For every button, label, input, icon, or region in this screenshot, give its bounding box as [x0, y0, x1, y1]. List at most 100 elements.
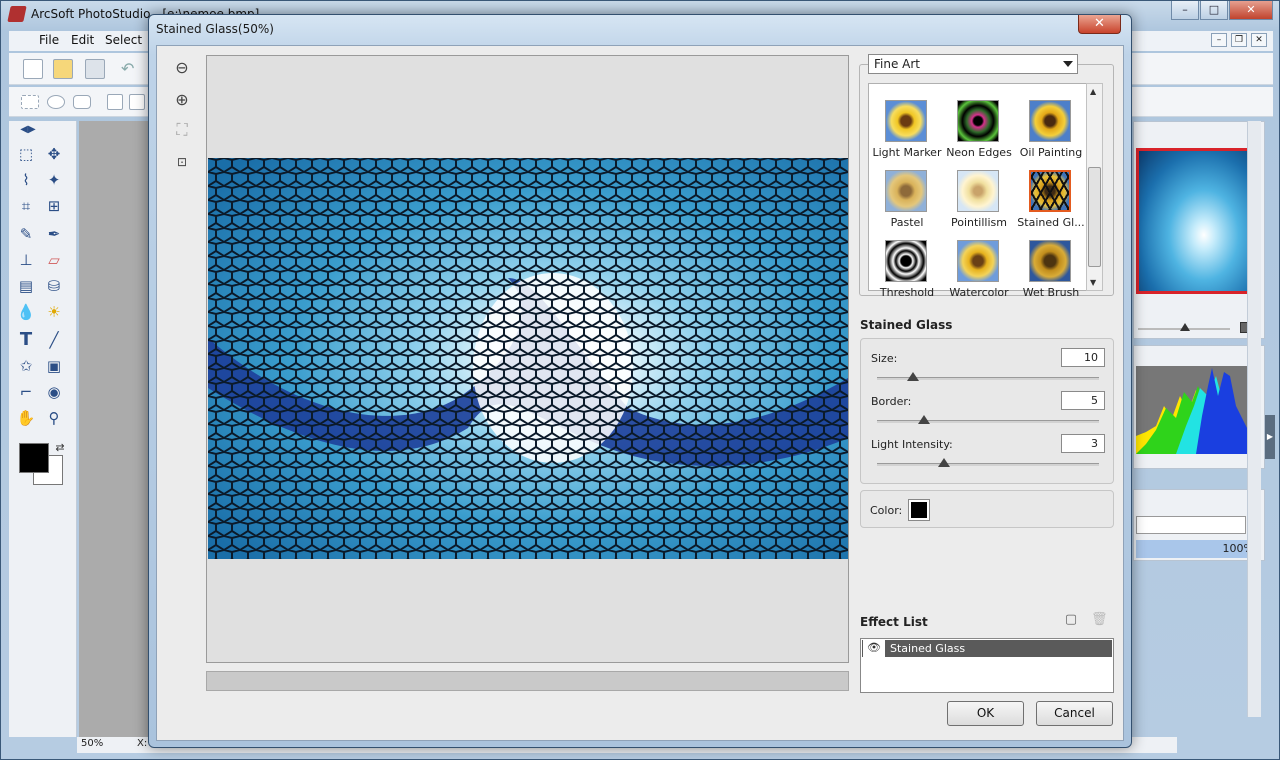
doc-minimize-button[interactable]: – [1211, 33, 1227, 47]
effect-threshold[interactable]: Threshold [871, 238, 943, 306]
panel-scrollbar[interactable] [1247, 121, 1261, 717]
brightness-tool-icon[interactable]: ☀ [43, 301, 65, 323]
toolbox-collapse-icon[interactable]: ◀▶ [17, 123, 39, 137]
panel-expand-tab[interactable]: ▶ [1265, 415, 1275, 459]
zoom-in-icon[interactable]: ⊕ [169, 88, 195, 112]
border-slider[interactable] [877, 415, 1099, 424]
marquee-tool-icon[interactable]: ⬚ [15, 143, 37, 165]
move-tool-icon[interactable]: ✥ [43, 143, 65, 165]
light-intensity-value-field[interactable]: 3 [1061, 434, 1105, 453]
effect-pastel[interactable]: Pastel [871, 168, 943, 236]
hand-tool-icon[interactable]: ✋ [15, 407, 37, 429]
preview-pane[interactable] [206, 55, 849, 663]
effect-label: Threshold [879, 286, 935, 299]
effect-label: Pastel [890, 216, 924, 229]
effect-list: 👁 Stained Glass [860, 638, 1114, 693]
effect-watercolor[interactable]: Watercolor [943, 238, 1015, 306]
effect-pointillism[interactable]: Pointillism [943, 168, 1015, 236]
pen-tool-icon[interactable]: ✒ [43, 223, 65, 245]
rect-select-icon[interactable] [21, 95, 39, 109]
selection-mode-new-icon[interactable] [107, 94, 123, 110]
effect-wet-brush[interactable]: Wet Brush [1015, 238, 1087, 306]
eraser-tool-icon[interactable]: ▱ [43, 249, 65, 271]
effect-grid-scrollbar[interactable]: ▲ ▼ [1086, 83, 1103, 291]
frame-tool-icon[interactable]: ▣ [43, 355, 65, 377]
dialog-close-button[interactable]: ✕ [1078, 15, 1121, 34]
color-group: Color: [860, 490, 1114, 528]
list-item[interactable]: 👁 Stained Glass [862, 640, 1112, 657]
scroll-up-icon[interactable]: ▲ [1090, 87, 1096, 96]
selection-mode-add-icon[interactable] [129, 94, 145, 110]
color-label: Color: [870, 504, 903, 517]
effect-category-value: Fine Art [874, 57, 921, 71]
navigator-slider-handle[interactable] [1180, 323, 1190, 331]
effect-label: Light Marker [872, 146, 942, 159]
navigator-thumbnail[interactable] [1136, 148, 1260, 294]
stained-glass-preview-image[interactable] [208, 158, 848, 559]
undo-icon[interactable]: ↶ [121, 59, 141, 79]
foreground-color-swatch[interactable] [19, 443, 49, 473]
effect-label: Wet Brush [1022, 286, 1080, 299]
shape-tool-icon[interactable]: ✩ [15, 355, 37, 377]
effect-light-marker[interactable]: Light Marker [871, 98, 943, 166]
menu-file[interactable]: File [39, 33, 59, 47]
histogram-panel: ✕ [1133, 345, 1265, 469]
border-value-field[interactable]: 5 [1061, 391, 1105, 410]
scroll-down-icon[interactable]: ▼ [1090, 278, 1096, 287]
effect-list-item-name: Stained Glass [890, 642, 966, 655]
swap-colors-icon[interactable]: ⇄ [49, 437, 71, 459]
eyedropper-tool-icon[interactable]: ⌐ [15, 381, 37, 403]
cancel-button[interactable]: Cancel [1036, 701, 1113, 726]
effect-stained-glass[interactable]: Stained Gl... [1015, 168, 1087, 236]
size-value-field[interactable]: 10 [1061, 348, 1105, 367]
doc-close-button[interactable]: ✕ [1251, 33, 1267, 47]
lasso-tool-icon[interactable]: ⌇ [15, 169, 37, 191]
open-folder-icon[interactable] [53, 59, 73, 79]
menu-select[interactable]: Select [105, 33, 142, 47]
stamp-tool-icon[interactable]: ⊥ [15, 249, 37, 271]
gradient-tool-icon[interactable]: ▤ [15, 275, 37, 297]
new-effect-icon[interactable]: ▢ [1063, 612, 1079, 628]
actual-size-icon[interactable]: ⊡ [169, 150, 195, 174]
menu-edit[interactable]: Edit [71, 33, 94, 47]
zoom-tool-icon[interactable]: ⚲ [43, 407, 65, 429]
maximize-button[interactable]: □ [1200, 1, 1228, 20]
effect-oil-painting[interactable]: Oil Painting [1015, 98, 1087, 166]
fit-to-window-icon[interactable]: ⛶ [169, 118, 195, 142]
trash-icon[interactable]: 🗑 [1091, 612, 1108, 628]
ellipse-select-icon[interactable] [47, 95, 65, 109]
layer-name-input[interactable] [1136, 516, 1246, 534]
effect-neon-edges[interactable]: Neon Edges [943, 98, 1015, 166]
effect-category-select[interactable]: Fine Art [868, 54, 1078, 74]
size-slider[interactable] [877, 372, 1099, 381]
border-slider-handle[interactable] [917, 415, 930, 424]
doc-restore-button[interactable]: ❐ [1231, 33, 1247, 47]
eye-icon[interactable]: 👁 [863, 640, 885, 657]
window-controls: – □ ✕ [1171, 1, 1273, 20]
zoom-out-icon[interactable]: ⊖ [169, 56, 195, 80]
red-eye-tool-icon[interactable]: ◉ [43, 381, 65, 403]
rounded-select-icon[interactable] [73, 95, 91, 109]
chevron-down-icon [1063, 61, 1073, 67]
text-tool-icon[interactable]: T [15, 329, 37, 351]
light-intensity-slider[interactable] [877, 458, 1099, 467]
navigator-panel: ✕ [1133, 121, 1265, 339]
pencil-tool-icon[interactable]: ✎ [15, 223, 37, 245]
blur-tool-icon[interactable]: 💧 [15, 301, 37, 323]
line-tool-icon[interactable]: ╱ [43, 329, 65, 351]
effect-scroll-thumb[interactable] [1088, 167, 1101, 267]
light-intensity-slider-handle[interactable] [937, 458, 950, 467]
minimize-button[interactable]: – [1171, 1, 1199, 20]
close-button[interactable]: ✕ [1229, 1, 1273, 20]
new-file-icon[interactable] [23, 59, 43, 79]
border-color-swatch[interactable] [908, 499, 930, 521]
resize-tool-icon[interactable]: ⊞ [43, 195, 65, 217]
save-icon[interactable] [85, 59, 105, 79]
bucket-tool-icon[interactable]: ⛁ [43, 275, 65, 297]
navigator-zoom-slider[interactable] [1138, 323, 1230, 331]
ok-button[interactable]: OK [947, 701, 1024, 726]
layer-opacity-row[interactable]: 100% [1136, 540, 1260, 558]
size-slider-handle[interactable] [906, 372, 919, 381]
crop-tool-icon[interactable]: ⌗ [15, 195, 37, 217]
magic-wand-icon[interactable]: ✦ [43, 169, 65, 191]
